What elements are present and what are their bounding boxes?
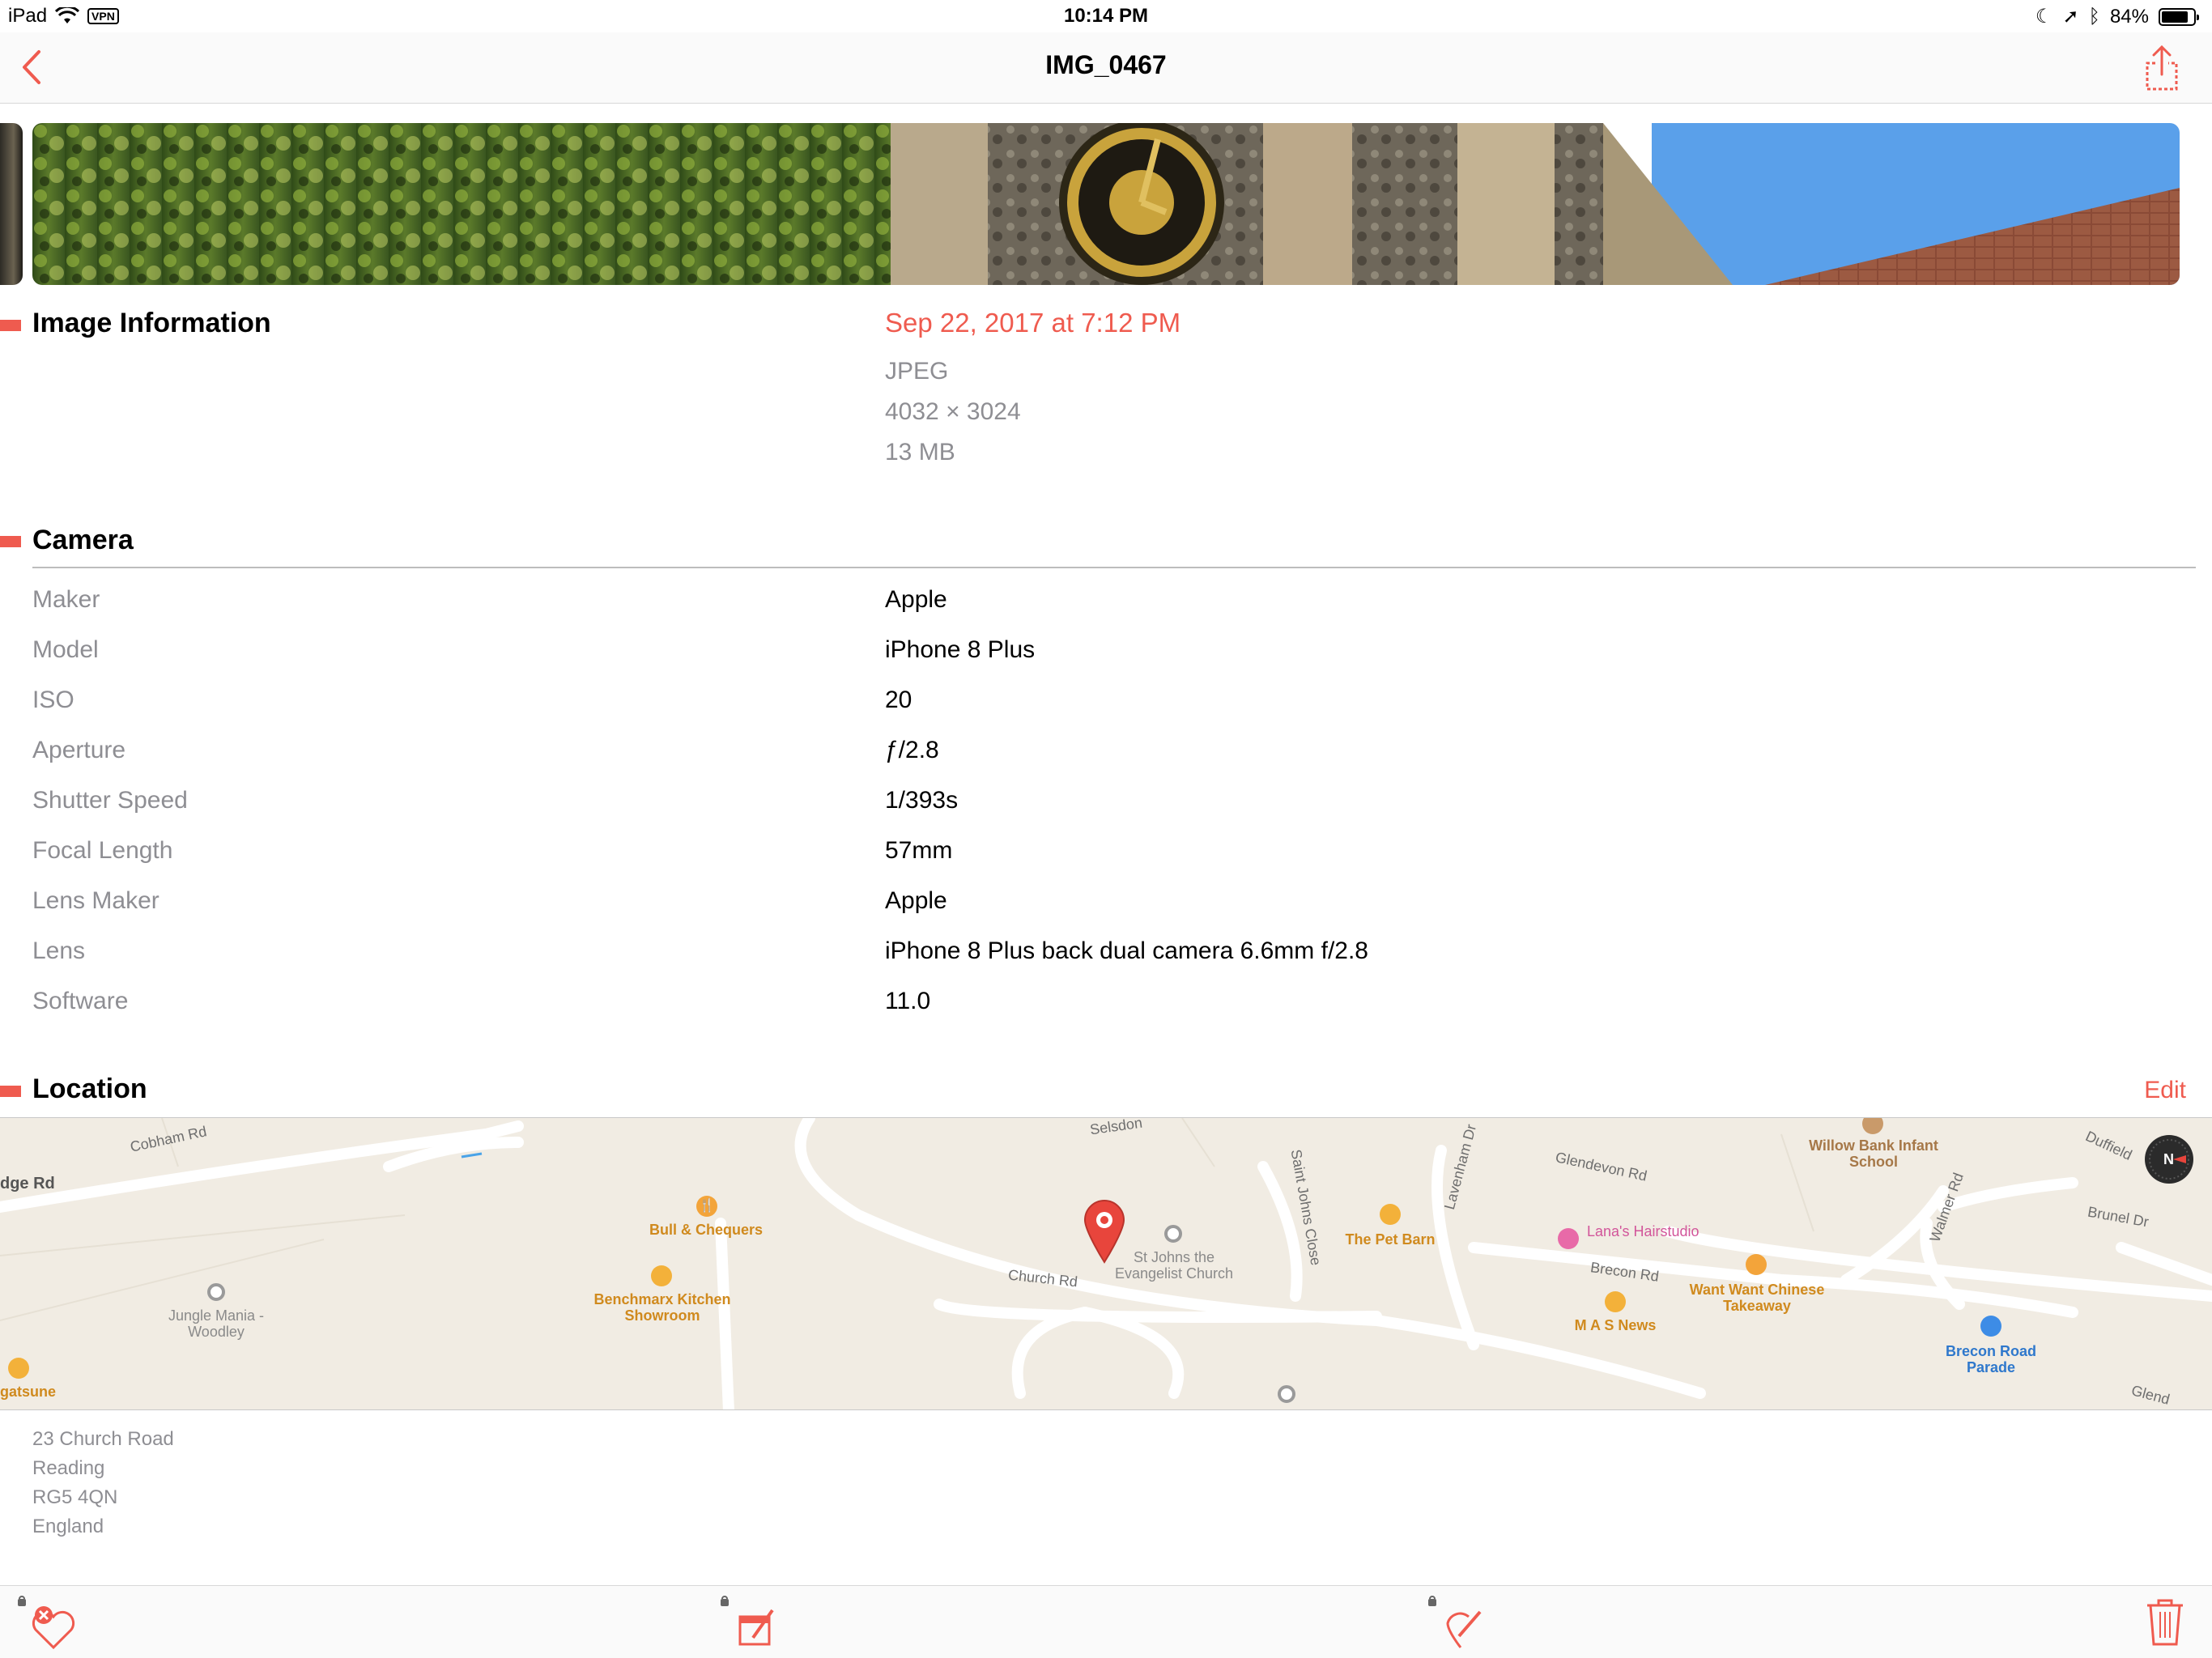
bottom-toolbar [0,1585,2212,1658]
poi-label: Jungle Mania - Woodley [168,1307,265,1340]
restaurant-icon: 🍴 [696,1196,717,1217]
section-marker [0,1086,21,1097]
battery-icon [2159,7,2199,26]
section-title-camera: Camera [32,525,134,555]
shop-icon [8,1358,29,1379]
poi-label: Willow Bank Infant School [1809,1137,1938,1170]
poi-label: The Pet Barn [1345,1231,1436,1248]
photo-preview[interactable] [32,123,2180,285]
poi-label: Benchmarx Kitchen Showroom [593,1291,731,1324]
restaurant-icon [1746,1254,1767,1275]
shop-icon [651,1265,672,1286]
camera-row-value: Apple [885,887,947,914]
battery-percent: 84% [2109,5,2149,28]
capture-date[interactable]: Sep 22, 2017 at 7:12 PM [885,308,1180,338]
poi-label: Bull & Chequers [649,1222,764,1238]
camera-row-value: 1/393s [885,787,959,814]
poi-label: Lana's Hairstudio [1587,1223,1699,1239]
camera-row-label: ISO [32,687,74,713]
image-dimensions: 4032 × 3024 [885,398,1021,425]
status-bar: iPad VPN 10:14 PM ☾ ➚ ᛒ 84% [0,0,2212,32]
place-dot-icon [207,1283,225,1301]
road-label: dge Rd [0,1175,55,1192]
camera-row-label: Lens [32,937,86,964]
section-title-image-information: Image Information [32,308,271,338]
section-marker [0,320,21,331]
camera-row-label: Maker [32,586,100,613]
compass-icon[interactable]: N [2144,1134,2194,1184]
bluetooth-icon: ᛒ [2088,5,2100,28]
status-right: ☾ ➚ ᛒ 84% [2035,5,2199,28]
navigation-bar: IMG_0467 [0,32,2212,104]
svg-text:N: N [2163,1151,2174,1167]
edit-location-icon [1428,1596,1482,1648]
place-dot-icon [1278,1385,1295,1403]
page-title: IMG_0467 [1045,50,1167,79]
status-time: 10:14 PM [1063,5,1149,27]
camera-row-value: 11.0 [885,988,931,1014]
poi-label: Brecon Road Parade [1945,1343,2037,1375]
share-icon [2146,45,2178,91]
camera-row-value: 20 [885,687,912,713]
delete-button[interactable] [2141,1594,2194,1651]
address-street: 23 Church Road [32,1428,174,1450]
image-format: JPEG [885,358,949,385]
camera-row-value: Apple [885,586,947,613]
photo-image [32,123,2180,285]
file-size: 13 MB [885,439,955,466]
location-arrow-icon: ➚ [2062,6,2079,28]
bus-stop-icon [1980,1316,2001,1337]
edit-location-button-toolbar[interactable] [1423,1594,1482,1651]
camera-row-value: iPhone 8 Plus back dual camera 6.6mm f/2… [885,937,1368,964]
edit-date-button[interactable] [716,1594,774,1651]
address-city: Reading [32,1457,105,1479]
camera-row-value: ƒ/2.8 [885,737,939,763]
location-pin-icon [1083,1200,1125,1264]
previous-photo-thumbnail[interactable] [0,123,23,285]
edit-location-button[interactable]: Edit [2144,1077,2186,1104]
poi-label: Want Want Chinese Takeaway [1689,1282,1825,1314]
salon-icon [1558,1228,1579,1249]
shop-icon [1380,1204,1401,1225]
remove-favorite-button[interactable] [15,1594,75,1651]
poi-label: M A S News [1574,1317,1657,1333]
camera-row-label: Aperture [32,737,126,763]
camera-row-label: Shutter Speed [32,787,188,814]
camera-row-label: Lens Maker [32,887,160,914]
camera-row-label: Model [32,636,99,663]
section-marker [0,536,21,547]
camera-row-value: iPhone 8 Plus [885,636,1036,663]
place-dot-icon [1164,1225,1182,1243]
poi-label: St Johns the Evangelist Church [1114,1249,1234,1282]
edit-date-icon [721,1596,774,1646]
section-title-location: Location [32,1073,147,1104]
moon-icon: ☾ [2035,6,2053,28]
address-country: England [32,1516,104,1537]
address-block: 23 Church Road Reading RG5 4QN England [32,1425,174,1541]
location-map[interactable]: Cobham Rd dge Rd Selsdon Church Rd Saint… [0,1117,2212,1410]
shop-icon [1605,1291,1626,1312]
share-button[interactable] [2142,44,2181,92]
trash-icon [2147,1599,2183,1646]
camera-row-value: 57mm [885,837,953,864]
camera-row-label: Software [32,988,129,1014]
section-divider [32,567,2196,568]
camera-row-label: Focal Length [32,837,173,864]
address-postcode: RG5 4QN [32,1486,118,1508]
poi-label: gatsune [0,1384,57,1400]
heart-remove-icon [18,1596,75,1650]
